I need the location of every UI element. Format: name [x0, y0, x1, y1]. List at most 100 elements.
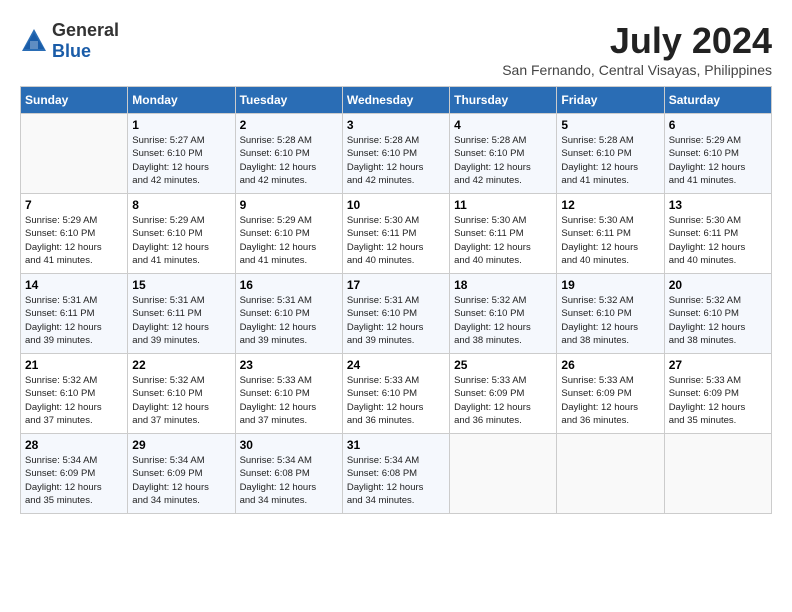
location-subtitle: San Fernando, Central Visayas, Philippin… [502, 62, 772, 78]
day-number: 24 [347, 358, 445, 372]
day-info: Sunrise: 5:33 AM Sunset: 6:10 PM Dayligh… [347, 374, 445, 427]
day-number: 25 [454, 358, 552, 372]
calendar-cell: 25 Sunrise: 5:33 AM Sunset: 6:09 PM Dayli… [450, 354, 557, 434]
day-info: Sunrise: 5:31 AM Sunset: 6:11 PM Dayligh… [25, 294, 123, 347]
calendar-cell [21, 114, 128, 194]
day-info: Sunrise: 5:29 AM Sunset: 6:10 PM Dayligh… [240, 214, 338, 267]
page-header: General Blue July 2024 San Fernando, Cen… [20, 20, 772, 78]
weekday-header-cell: Tuesday [235, 87, 342, 114]
day-number: 28 [25, 438, 123, 452]
calendar-cell: 14 Sunrise: 5:31 AM Sunset: 6:11 PM Dayli… [21, 274, 128, 354]
day-number: 31 [347, 438, 445, 452]
calendar-cell: 12Sunrise: 5:30 AM Sunset: 6:11 PM Dayli… [557, 194, 664, 274]
day-number: 19 [561, 278, 659, 292]
calendar-cell: 18Sunrise: 5:32 AM Sunset: 6:10 PM Dayli… [450, 274, 557, 354]
day-info: Sunrise: 5:28 AM Sunset: 6:10 PM Dayligh… [240, 134, 338, 187]
logo-blue-text: Blue [52, 41, 119, 62]
day-number: 5 [561, 118, 659, 132]
calendar-cell: 9 Sunrise: 5:29 AM Sunset: 6:10 PM Daylig… [235, 194, 342, 274]
calendar-cell: 21 Sunrise: 5:32 AM Sunset: 6:10 PM Dayli… [21, 354, 128, 434]
day-info: Sunrise: 5:34 AM Sunset: 6:09 PM Dayligh… [132, 454, 230, 507]
weekday-header-row: SundayMondayTuesdayWednesdayThursdayFrid… [21, 87, 772, 114]
calendar-cell: 8 Sunrise: 5:29 AM Sunset: 6:10 PM Daylig… [128, 194, 235, 274]
day-number: 30 [240, 438, 338, 452]
day-number: 2 [240, 118, 338, 132]
day-info: Sunrise: 5:29 AM Sunset: 6:10 PM Dayligh… [669, 134, 767, 187]
calendar-cell: 19 Sunrise: 5:32 AM Sunset: 6:10 PM Dayli… [557, 274, 664, 354]
calendar-cell: 26Sunrise: 5:33 AM Sunset: 6:09 PM Dayli… [557, 354, 664, 434]
month-year-title: July 2024 [502, 20, 772, 62]
day-number: 10 [347, 198, 445, 212]
calendar-week-row: 1 Sunrise: 5:27 AM Sunset: 6:10 PM Daylig… [21, 114, 772, 194]
day-number: 4 [454, 118, 552, 132]
day-number: 16 [240, 278, 338, 292]
logo: General Blue [20, 20, 119, 62]
day-number: 1 [132, 118, 230, 132]
weekday-header-cell: Saturday [664, 87, 771, 114]
day-number: 14 [25, 278, 123, 292]
logo-icon [20, 27, 48, 55]
day-info: Sunrise: 5:30 AM Sunset: 6:11 PM Dayligh… [669, 214, 767, 267]
calendar-cell: 16Sunrise: 5:31 AM Sunset: 6:10 PM Dayli… [235, 274, 342, 354]
day-number: 18 [454, 278, 552, 292]
day-number: 23 [240, 358, 338, 372]
day-info: Sunrise: 5:28 AM Sunset: 6:10 PM Dayligh… [347, 134, 445, 187]
calendar-cell: 11 Sunrise: 5:30 AM Sunset: 6:11 PM Dayli… [450, 194, 557, 274]
calendar-cell: 15 Sunrise: 5:31 AM Sunset: 6:11 PM Dayli… [128, 274, 235, 354]
day-info: Sunrise: 5:31 AM Sunset: 6:10 PM Dayligh… [347, 294, 445, 347]
calendar-cell: 31 Sunrise: 5:34 AM Sunset: 6:08 PM Dayli… [342, 434, 449, 514]
day-info: Sunrise: 5:34 AM Sunset: 6:09 PM Dayligh… [25, 454, 123, 507]
day-info: Sunrise: 5:28 AM Sunset: 6:10 PM Dayligh… [454, 134, 552, 187]
day-number: 29 [132, 438, 230, 452]
day-info: Sunrise: 5:29 AM Sunset: 6:10 PM Dayligh… [132, 214, 230, 267]
calendar-cell: 23 Sunrise: 5:33 AM Sunset: 6:10 PM Dayli… [235, 354, 342, 434]
calendar-cell: 4 Sunrise: 5:28 AM Sunset: 6:10 PM Daylig… [450, 114, 557, 194]
day-info: Sunrise: 5:32 AM Sunset: 6:10 PM Dayligh… [25, 374, 123, 427]
calendar-week-row: 28 Sunrise: 5:34 AM Sunset: 6:09 PM Dayli… [21, 434, 772, 514]
day-info: Sunrise: 5:27 AM Sunset: 6:10 PM Dayligh… [132, 134, 230, 187]
calendar-table: SundayMondayTuesdayWednesdayThursdayFrid… [20, 86, 772, 514]
day-number: 21 [25, 358, 123, 372]
calendar-cell: 24 Sunrise: 5:33 AM Sunset: 6:10 PM Dayli… [342, 354, 449, 434]
day-number: 22 [132, 358, 230, 372]
day-info: Sunrise: 5:33 AM Sunset: 6:09 PM Dayligh… [669, 374, 767, 427]
day-info: Sunrise: 5:30 AM Sunset: 6:11 PM Dayligh… [454, 214, 552, 267]
day-info: Sunrise: 5:33 AM Sunset: 6:09 PM Dayligh… [454, 374, 552, 427]
day-info: Sunrise: 5:29 AM Sunset: 6:10 PM Dayligh… [25, 214, 123, 267]
calendar-week-row: 7 Sunrise: 5:29 AM Sunset: 6:10 PM Daylig… [21, 194, 772, 274]
calendar-cell: 10 Sunrise: 5:30 AM Sunset: 6:11 PM Dayli… [342, 194, 449, 274]
day-info: Sunrise: 5:32 AM Sunset: 6:10 PM Dayligh… [669, 294, 767, 347]
day-info: Sunrise: 5:33 AM Sunset: 6:10 PM Dayligh… [240, 374, 338, 427]
calendar-cell: 22Sunrise: 5:32 AM Sunset: 6:10 PM Dayli… [128, 354, 235, 434]
calendar-cell: 30 Sunrise: 5:34 AM Sunset: 6:08 PM Dayli… [235, 434, 342, 514]
calendar-cell [664, 434, 771, 514]
calendar-cell: 6Sunrise: 5:29 AM Sunset: 6:10 PM Daylig… [664, 114, 771, 194]
calendar-cell: 20Sunrise: 5:32 AM Sunset: 6:10 PM Dayli… [664, 274, 771, 354]
day-number: 8 [132, 198, 230, 212]
day-info: Sunrise: 5:31 AM Sunset: 6:11 PM Dayligh… [132, 294, 230, 347]
calendar-cell: 17 Sunrise: 5:31 AM Sunset: 6:10 PM Dayli… [342, 274, 449, 354]
calendar-cell: 28 Sunrise: 5:34 AM Sunset: 6:09 PM Dayli… [21, 434, 128, 514]
day-number: 15 [132, 278, 230, 292]
day-info: Sunrise: 5:28 AM Sunset: 6:10 PM Dayligh… [561, 134, 659, 187]
logo-general-text: General [52, 20, 119, 41]
calendar-week-row: 14 Sunrise: 5:31 AM Sunset: 6:11 PM Dayli… [21, 274, 772, 354]
day-number: 11 [454, 198, 552, 212]
weekday-header-cell: Monday [128, 87, 235, 114]
weekday-header-cell: Sunday [21, 87, 128, 114]
calendar-cell [450, 434, 557, 514]
calendar-cell: 13Sunrise: 5:30 AM Sunset: 6:11 PM Dayli… [664, 194, 771, 274]
day-info: Sunrise: 5:34 AM Sunset: 6:08 PM Dayligh… [240, 454, 338, 507]
day-number: 9 [240, 198, 338, 212]
day-number: 7 [25, 198, 123, 212]
day-number: 17 [347, 278, 445, 292]
day-info: Sunrise: 5:33 AM Sunset: 6:09 PM Dayligh… [561, 374, 659, 427]
day-number: 3 [347, 118, 445, 132]
calendar-cell: 5 Sunrise: 5:28 AM Sunset: 6:10 PM Daylig… [557, 114, 664, 194]
weekday-header-cell: Wednesday [342, 87, 449, 114]
day-info: Sunrise: 5:30 AM Sunset: 6:11 PM Dayligh… [561, 214, 659, 267]
day-info: Sunrise: 5:34 AM Sunset: 6:08 PM Dayligh… [347, 454, 445, 507]
day-info: Sunrise: 5:30 AM Sunset: 6:11 PM Dayligh… [347, 214, 445, 267]
calendar-cell: 7 Sunrise: 5:29 AM Sunset: 6:10 PM Daylig… [21, 194, 128, 274]
day-info: Sunrise: 5:32 AM Sunset: 6:10 PM Dayligh… [561, 294, 659, 347]
